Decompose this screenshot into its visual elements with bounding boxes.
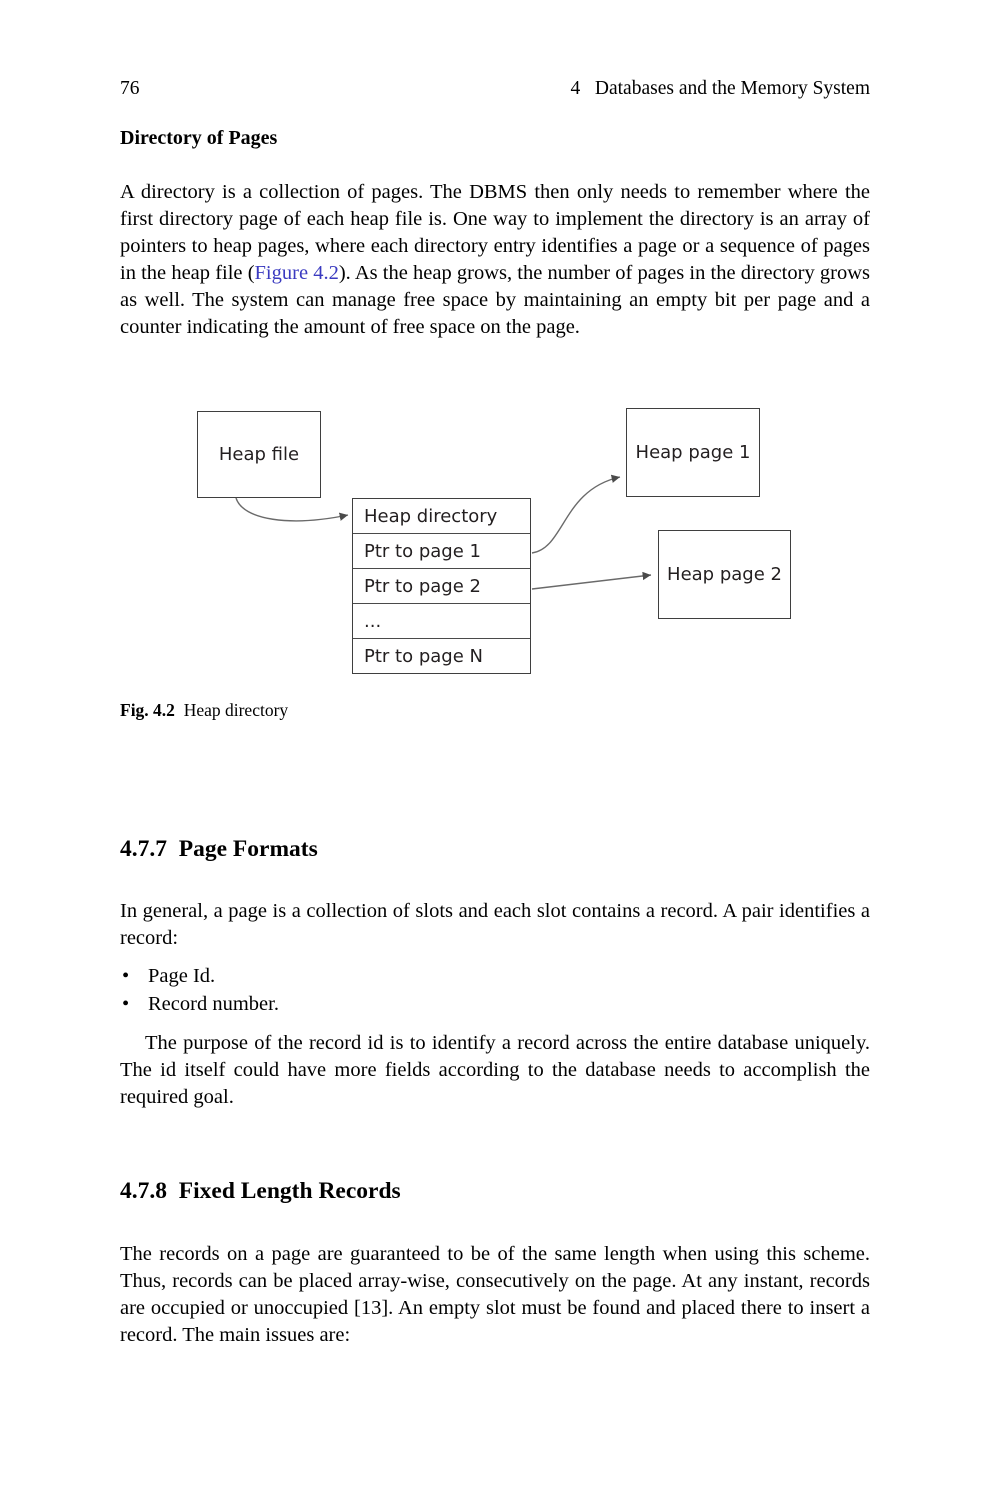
figure-directory-row[interactable]: ... [353, 604, 530, 639]
figure-directory-row-label: Ptr to page 1 [364, 540, 481, 562]
section-heading-4-7-7: 4.7.7 Page Formats [120, 836, 318, 862]
figure-box-heap-page-1-label: Heap page 1 [635, 442, 751, 463]
list-item: • Record number. [120, 991, 870, 1019]
chapter-running-title: 4 Databases and the Memory System [570, 78, 870, 99]
figure-caption: Fig. 4.2 Heap directory [120, 699, 870, 722]
list-item-label: Record number. [148, 992, 279, 1015]
subheading-directory-of-pages: Directory of Pages [120, 127, 278, 149]
figure-box-heap-page-2[interactable]: Heap page 2 [658, 530, 791, 619]
page-number: 76 [120, 78, 140, 99]
figure-caption-text: Heap directory [183, 700, 289, 720]
figure-box-heap-page-1[interactable]: Heap page 1 [626, 408, 760, 497]
paragraph-fixed-length-intro: The records on a page are guaranteed to … [120, 1241, 870, 1349]
figure-heap-directory-table[interactable]: Heap directory Ptr to page 1 Ptr to page… [352, 498, 531, 674]
paragraph-directory-intro: A directory is a collection of pages. Th… [120, 179, 870, 342]
arrow-ptr1-to-heap-page-1 [531, 474, 621, 554]
paragraph-record-id-purpose: The purpose of the record id is to ident… [120, 1030, 870, 1111]
figure-box-heap-file[interactable]: Heap file [197, 411, 321, 498]
figure-directory-row[interactable]: Ptr to page N [353, 639, 530, 674]
section-heading-4-7-8: 4.7.8 Fixed Length Records [120, 1178, 401, 1204]
bullet-marker-icon: • [122, 965, 130, 987]
arrow-heap-file-to-directory [235, 497, 349, 522]
list-item-label: Page Id. [148, 965, 216, 987]
list-item: • Page Id. [120, 963, 870, 991]
figure-caption-spacer [175, 700, 184, 720]
figure-directory-row-label: Ptr to page N [364, 646, 483, 667]
bullet-list-record-pair: • Page Id. • Record number. [120, 963, 870, 1018]
paragraph-fixed-length-intro-text: The records on a page are guaranteed to … [120, 1243, 870, 1347]
figure-directory-row[interactable]: Ptr to page 2 [353, 569, 530, 604]
document-page: 76 4 Databases and the Memory System Dir… [0, 0, 989, 1500]
paragraph-page-formats-intro-text: In general, a page is a collection of sl… [120, 900, 870, 950]
running-head: 76 4 Databases and the Memory System [120, 76, 870, 102]
figure-4-2-link[interactable]: Figure 4.2 [255, 262, 339, 284]
bullet-marker-icon: • [122, 992, 130, 1015]
figure-directory-row-label: Ptr to page 2 [364, 575, 481, 597]
paragraph-page-formats-intro: In general, a page is a collection of sl… [120, 898, 870, 952]
figure-directory-row[interactable]: Ptr to page 1 [353, 534, 530, 569]
figure-directory-row[interactable]: Heap directory [353, 499, 530, 534]
figure-caption-label: Fig. 4.2 [120, 700, 175, 720]
figure-directory-row-label: ... [364, 610, 382, 632]
figure-directory-row-label: Heap directory [364, 505, 498, 527]
figure-box-heap-file-label: Heap file [218, 444, 300, 465]
paragraph-record-id-purpose-text: The purpose of the record id is to ident… [120, 1032, 870, 1109]
figure-box-heap-page-2-label: Heap page 2 [667, 564, 782, 585]
arrow-ptr2-to-heap-page-2 [531, 571, 652, 590]
